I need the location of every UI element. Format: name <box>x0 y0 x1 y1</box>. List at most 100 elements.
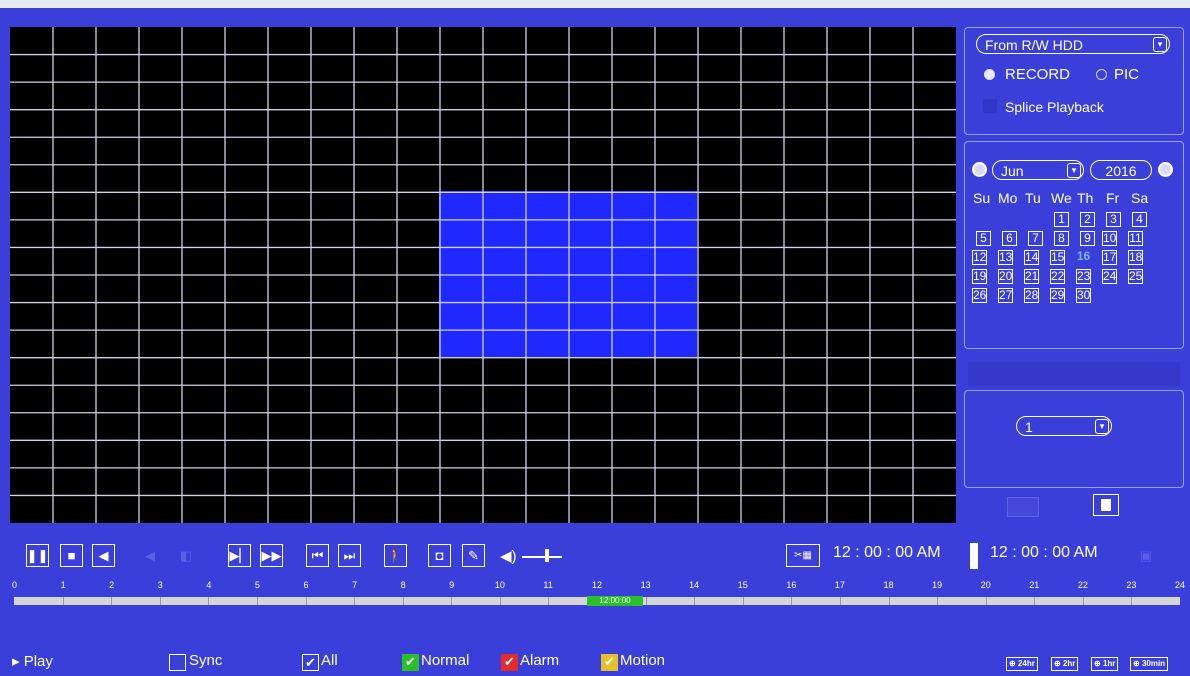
next-file-icon: ⏭ <box>343 547 356 563</box>
calendar-day[interactable]: 3 <box>1106 212 1121 227</box>
month-select[interactable]: Jun ▾ <box>992 160 1084 180</box>
calendar-day[interactable]: 26 <box>972 288 987 303</box>
calendar-day[interactable]: 12 <box>972 250 987 265</box>
pause-button[interactable]: ❚❚ <box>26 544 49 567</box>
snapshot-button[interactable]: ◘ <box>428 544 451 567</box>
stop-button[interactable]: ■ <box>60 544 83 567</box>
volume-slider[interactable] <box>522 556 562 558</box>
hour-tick-label: 22 <box>1077 580 1088 590</box>
normal-label: Normal <box>421 652 470 669</box>
record-label: RECORD <box>1005 66 1071 83</box>
hour-tick-label: 13 <box>640 580 651 590</box>
end-time[interactable]: 12 : 00 : 00 AM <box>990 544 1098 562</box>
calendar-day[interactable]: 27 <box>998 288 1013 303</box>
play-label[interactable]: ▸ Play <box>12 652 53 670</box>
zoom-24hr-button[interactable]: ⊕ 24hr <box>1006 657 1038 671</box>
calendar-day[interactable]: 18 <box>1128 250 1143 265</box>
calendar-day[interactable]: 6 <box>1002 231 1017 246</box>
calendar-day[interactable]: 22 <box>1050 269 1065 284</box>
calendar-day[interactable]: 10 <box>1102 231 1117 246</box>
hour-tick-mark <box>354 597 356 605</box>
fast-forward-icon: ▶▶ <box>261 547 282 563</box>
fast-play-button[interactable]: ▶▶ <box>260 544 283 567</box>
pic-label: PIC <box>1114 66 1140 83</box>
calendar-day[interactable]: 23 <box>1076 269 1091 284</box>
hour-tick-label: 1 <box>60 580 66 590</box>
prev-month-icon[interactable] <box>972 162 987 177</box>
disabled-button <box>1007 497 1039 517</box>
timeline-hours: 0 1 2 3 4 5 6 7 8 9 10 11 12 13 14 15 16 17 18 19 20 21 22 23 24 <box>0 580 1190 594</box>
hour-tick-label: 10 <box>494 580 505 590</box>
hour-tick-mark <box>208 597 210 605</box>
calendar-day[interactable]: 28 <box>1024 288 1039 303</box>
clip-button[interactable]: ✂▦ <box>786 544 820 567</box>
hour-tick-mark <box>451 597 453 605</box>
volume-slider-handle[interactable] <box>545 549 549 562</box>
hour-tick-mark <box>839 597 841 605</box>
calendar-day[interactable]: 24 <box>1102 269 1117 284</box>
pic-radio[interactable] <box>1096 69 1107 80</box>
year-field[interactable]: 2016 <box>1090 160 1152 180</box>
splice-checkbox[interactable] <box>983 99 997 113</box>
slow-play-button[interactable]: ▶▏ <box>228 544 251 567</box>
hour-tick-label: 11 <box>543 580 553 590</box>
hour-tick-mark <box>888 597 890 605</box>
volume-icon[interactable]: ◀) <box>500 547 517 565</box>
calendar-day[interactable]: 16 <box>1076 250 1091 265</box>
start-time[interactable]: 12 : 00 : 00 AM <box>833 544 941 562</box>
zoom-1hr-button[interactable]: ⊕ 1hr <box>1091 657 1119 671</box>
record-radio[interactable] <box>984 69 995 80</box>
hour-tick-label: 17 <box>834 580 845 590</box>
disabled-toolbar <box>968 362 1180 386</box>
channel-select[interactable]: 1 ▾ <box>1016 416 1112 436</box>
motion-grid[interactable] <box>10 27 956 523</box>
calendar-day[interactable]: 19 <box>972 269 987 284</box>
chevron-down-icon: ▾ <box>1067 163 1081 178</box>
calendar-day[interactable]: 29 <box>1050 288 1065 303</box>
alarm-checkbox[interactable]: ✔ <box>501 654 518 671</box>
weekday-label: Tu <box>1025 190 1041 206</box>
next-month-icon[interactable] <box>1158 162 1173 177</box>
save-disabled-icon: ▣ <box>1139 548 1153 563</box>
chevron-down-icon: ▾ <box>1153 37 1167 52</box>
all-checkbox[interactable]: ✔ <box>302 654 319 671</box>
calendar-day[interactable]: 15 <box>1050 250 1065 265</box>
calendar-day[interactable]: 21 <box>1024 269 1039 284</box>
weekday-label: Mo <box>998 190 1018 206</box>
smart-search-button[interactable]: 🚶 <box>384 544 407 567</box>
hour-tick-mark <box>62 597 64 605</box>
previous-file-button[interactable]: ⏮ <box>306 544 329 567</box>
calendar-day[interactable]: 20 <box>998 269 1013 284</box>
calendar-day[interactable]: 7 <box>1028 231 1043 246</box>
calendar-day[interactable]: 1 <box>1054 212 1069 227</box>
hour-tick-mark <box>742 597 744 605</box>
calendar-day[interactable]: 17 <box>1102 250 1117 265</box>
list-view-button[interactable] <box>1093 494 1119 516</box>
motion-checkbox[interactable]: ✔ <box>601 654 618 671</box>
calendar-day[interactable]: 13 <box>998 250 1013 265</box>
zoom-2hr-button[interactable]: ⊕ 2hr <box>1051 657 1079 671</box>
calendar-day[interactable]: 5 <box>976 231 991 246</box>
hour-tick-mark <box>1131 597 1133 605</box>
hour-tick-label: 16 <box>786 580 797 590</box>
video-playback-area[interactable] <box>10 27 956 523</box>
calendar-day[interactable]: 25 <box>1128 269 1143 284</box>
calendar-day[interactable]: 4 <box>1132 212 1147 227</box>
normal-checkbox[interactable]: ✔ <box>402 654 419 671</box>
calendar-day[interactable]: 8 <box>1054 231 1069 246</box>
sync-checkbox[interactable] <box>169 654 186 671</box>
calendar-day[interactable]: 11 <box>1128 231 1143 246</box>
calendar-day[interactable]: 2 <box>1080 212 1095 227</box>
source-select[interactable]: From R/W HDD ▾ <box>976 34 1170 54</box>
calendar-day[interactable]: 14 <box>1024 250 1039 265</box>
mark-button[interactable]: ✎ <box>462 544 485 567</box>
hour-tick-mark <box>548 597 550 605</box>
motion-region <box>439 191 697 357</box>
reverse-play-button[interactable]: ◀ <box>92 544 115 567</box>
zoom-30min-button[interactable]: ⊕ 30min <box>1130 657 1169 671</box>
calendar-day[interactable]: 9 <box>1080 231 1095 246</box>
hour-tick-mark <box>111 597 113 605</box>
next-file-button[interactable]: ⏭ <box>338 544 361 567</box>
calendar-day[interactable]: 30 <box>1076 288 1091 303</box>
recorded-segment[interactable]: 12:00:00 <box>587 596 643 606</box>
